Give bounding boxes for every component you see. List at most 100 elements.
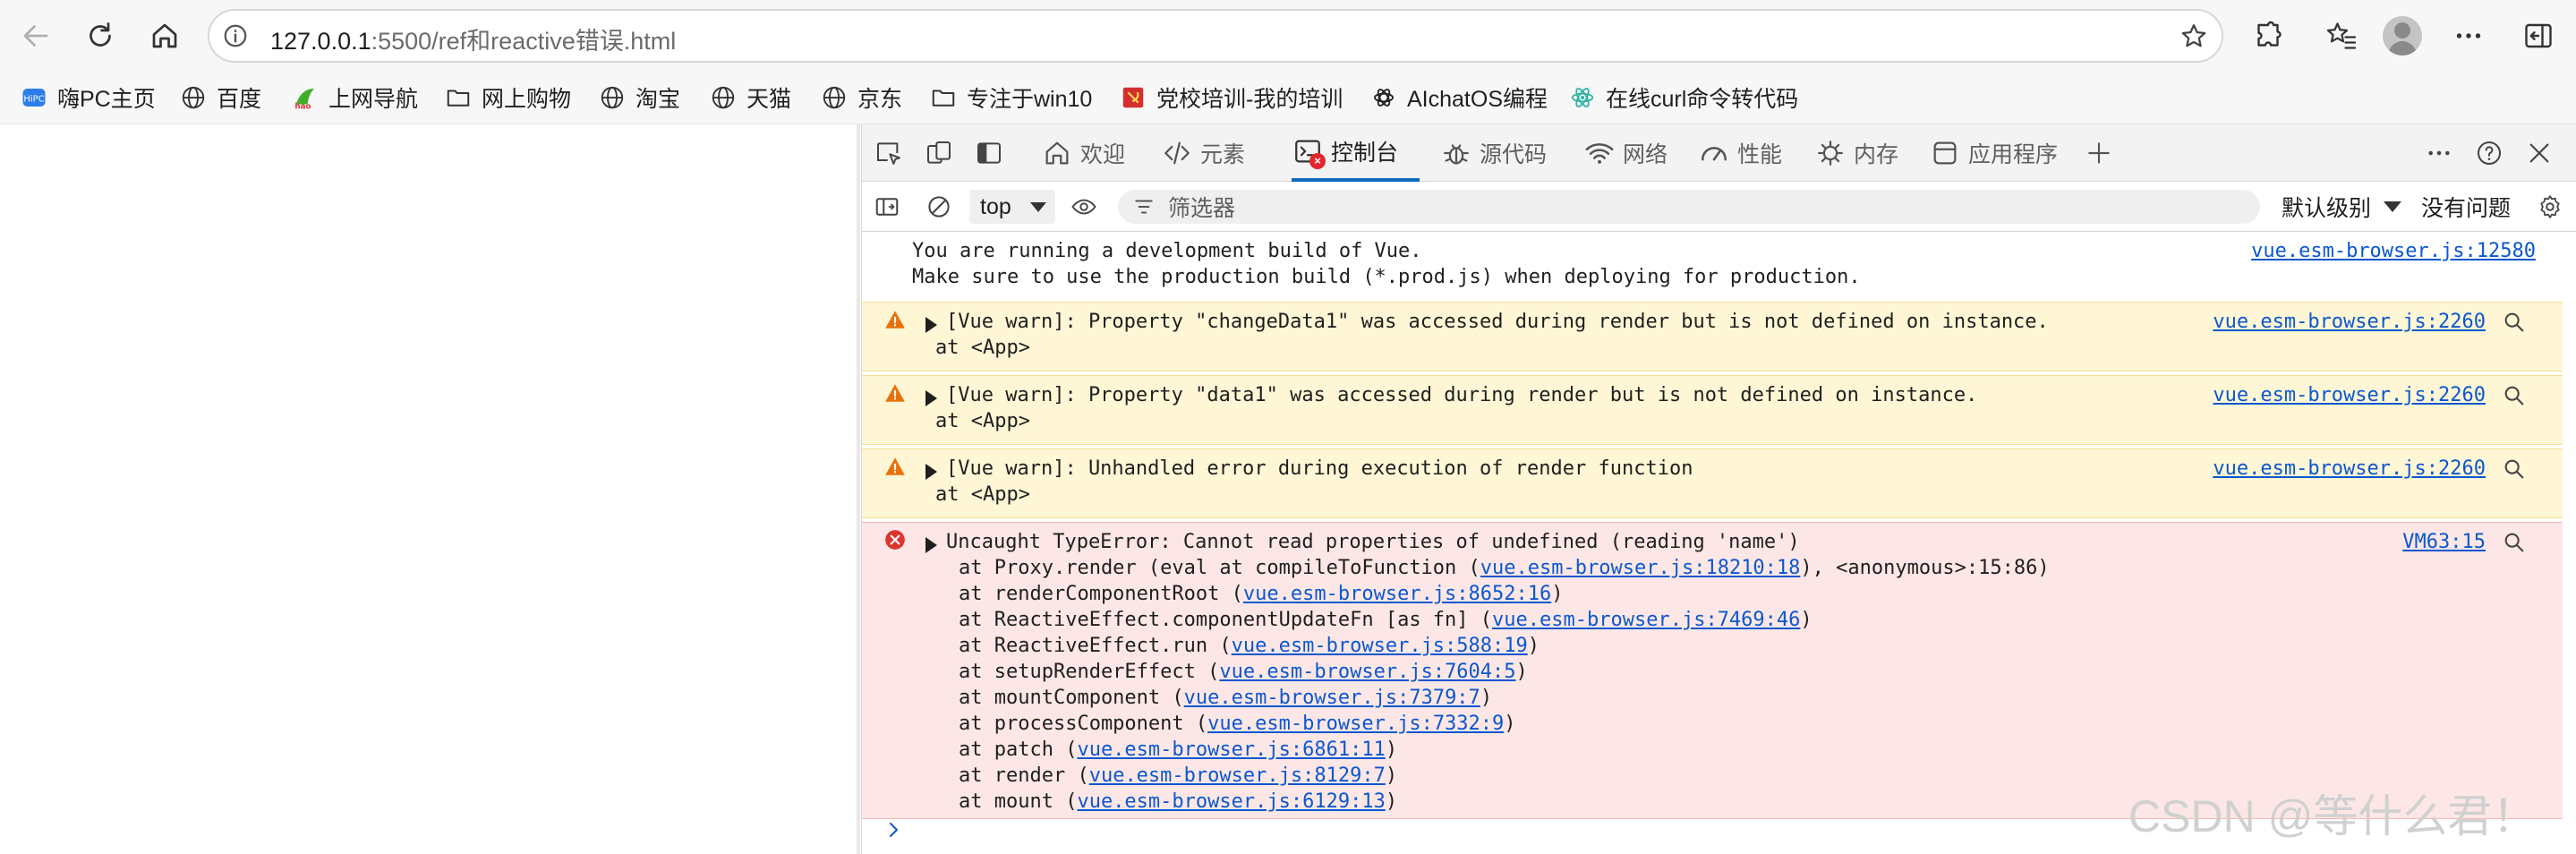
stack-frame-text: at ReactiveEffect.run ( (959, 635, 1232, 657)
extensions-button[interactable] (2247, 14, 2290, 57)
profile-avatar[interactable] (2383, 16, 2422, 56)
performance-icon (1698, 137, 1730, 169)
page-viewport (0, 124, 857, 854)
eye-icon (1071, 199, 1096, 215)
tab-performance[interactable]: 性能 (1698, 124, 1782, 182)
bookmark-baidu[interactable]: 百度 (179, 81, 261, 115)
bookmark-curl-converter[interactable]: 在线curl命令转代码 (1568, 81, 1798, 115)
folder-icon (929, 83, 958, 112)
favorites-button[interactable] (2320, 14, 2363, 57)
stack-frame-link[interactable]: vue.esm-browser.js:18210:18 (1480, 557, 1801, 579)
watermark: CSDN @等什么君！ (2128, 791, 2538, 841)
source-link[interactable]: vue.esm-browser.js:2260 (2213, 456, 2486, 482)
source-link[interactable]: vue.esm-browser.js:2260 (2213, 309, 2486, 335)
expand-triangle-icon[interactable] (925, 317, 937, 333)
close-devtools-button[interactable] (2521, 137, 2557, 169)
clear-console-button[interactable] (923, 191, 955, 223)
expand-triangle-icon[interactable] (925, 464, 937, 480)
bookmark-hao[interactable]: hao 上网导航 (291, 81, 418, 115)
openai-icon (1369, 83, 1398, 112)
inspect-icon (877, 142, 900, 165)
live-expression-button[interactable] (1068, 191, 1100, 223)
stack-frame-link[interactable]: vue.esm-browser.js:7604:5 (1219, 661, 1515, 683)
stack-frame-link[interactable]: vue.esm-browser.js:6861:11 (1077, 739, 1385, 761)
bookmark-label: 天猫 (746, 87, 792, 112)
bookmark-aichatos[interactable]: AIchatOS编程 (1369, 81, 1548, 115)
tab-application[interactable]: 应用程序 (1929, 124, 2058, 182)
console-prompt-chevron-icon[interactable] (883, 819, 905, 841)
search-icon[interactable] (2502, 530, 2527, 555)
tab-sources[interactable]: 源代码 (1440, 124, 1547, 182)
search-icon[interactable] (2502, 383, 2527, 408)
tab-elements[interactable]: 元素 (1161, 124, 1245, 182)
stack-frame-link[interactable]: vue.esm-browser.js:8129:7 (1089, 764, 1386, 787)
tab-network[interactable]: 网络 (1583, 124, 1668, 182)
favorite-star-icon[interactable] (2179, 21, 2209, 52)
stack-frame-text: ) (1800, 609, 1813, 631)
stack-frame-link[interactable]: vue.esm-browser.js:7469:46 (1492, 609, 1800, 631)
device-emulation-button[interactable] (921, 137, 957, 169)
expand-triangle-icon[interactable] (925, 390, 937, 406)
device-icon (927, 141, 951, 164)
reload-button[interactable] (77, 13, 124, 59)
bookmark-tmall[interactable]: 天猫 (709, 81, 791, 115)
tab-memory[interactable]: 内存 (1814, 124, 1898, 182)
hipc-logo-icon: HiPC (20, 83, 48, 112)
plus-icon (2088, 142, 2110, 164)
party-emblem-icon (1119, 83, 1147, 112)
bookmark-jd[interactable]: 京东 (820, 81, 902, 115)
stack-frame: at mount (vue.esm-browser.js:6129:13) (959, 789, 1397, 815)
search-icon[interactable] (2502, 457, 2527, 482)
issues-counter[interactable]: 没有问题 (2421, 190, 2511, 224)
more-menu-button[interactable] (2447, 14, 2490, 57)
source-link[interactable]: vue.esm-browser.js:2260 (2213, 382, 2486, 408)
address-bar[interactable]: 127.0.0.1:5500/ref和reactive错误.html (208, 9, 2223, 63)
bookmark-hipc[interactable]: HiPC 嗨PC主页 (20, 81, 156, 115)
inspect-element-button[interactable] (871, 137, 907, 169)
stack-frame-text: at ReactiveEffect.componentUpdateFn [as … (959, 609, 1493, 631)
tab-console[interactable]: × 控制台 (1292, 124, 1420, 182)
sidebar-icon (2525, 23, 2552, 48)
context-value: top (980, 193, 1011, 219)
stack-frame-link[interactable]: vue.esm-browser.js:6129:13 (1077, 790, 1385, 813)
back-button[interactable] (13, 13, 59, 59)
bookmark-label: 淘宝 (635, 87, 681, 112)
dock-side-button[interactable] (971, 137, 1007, 169)
stack-frame-link[interactable]: vue.esm-browser.js:7379:7 (1184, 687, 1480, 709)
bookmark-party-training[interactable]: 党校培训-我的培训 (1119, 81, 1343, 115)
stack-frame-link[interactable]: vue.esm-browser.js:588:19 (1232, 635, 1528, 657)
filter-input[interactable]: 筛选器 (1118, 190, 2260, 224)
bookmark-win10[interactable]: 专注于win10 (929, 81, 1092, 115)
sidebar-toggle-button[interactable] (2517, 14, 2560, 57)
console-settings-button[interactable] (2534, 191, 2566, 223)
devtools-more-button[interactable] (2421, 137, 2457, 169)
bookmark-taobao[interactable]: 淘宝 (598, 81, 680, 115)
stack-frame-text: at mount ( (959, 790, 1078, 813)
stack-frame-text: ) (1385, 739, 1398, 761)
search-icon[interactable] (2502, 310, 2527, 335)
info-icon[interactable] (222, 22, 249, 49)
help-button[interactable] (2471, 137, 2507, 169)
source-link[interactable]: VM63:15 (2402, 529, 2486, 555)
url-text[interactable]: 127.0.0.1:5500/ref和reactive错误.html (270, 21, 676, 56)
devtools-splitter[interactable] (857, 124, 860, 854)
stack-frame-link[interactable]: vue.esm-browser.js:8652:16 (1243, 583, 1551, 605)
bookmark-label: 百度 (217, 87, 262, 112)
message-location: at <App> (935, 410, 1030, 432)
log-levels-dropdown[interactable]: 默认级别 (2282, 190, 2402, 224)
source-link[interactable]: vue.esm-browser.js:12580 (2251, 238, 2536, 264)
stack-frame-link[interactable]: vue.esm-browser.js:7332:9 (1207, 713, 1504, 735)
home-button[interactable] (141, 13, 188, 59)
console-sidebar-toggle[interactable] (871, 191, 903, 223)
tab-welcome[interactable]: 欢迎 (1041, 124, 1125, 182)
stack-frame-text: ) (1385, 764, 1398, 787)
context-selector[interactable]: top (969, 190, 1055, 224)
tab-label: 控制台 (1331, 141, 1399, 166)
code-icon (1161, 137, 1193, 169)
stack-frame: at render (vue.esm-browser.js:8129:7) (959, 763, 1397, 789)
stack-frame-text: at mountComponent ( (959, 687, 1184, 709)
add-tool-button[interactable] (2081, 137, 2117, 169)
bookmark-shopping[interactable]: 网上购物 (444, 81, 571, 115)
expand-triangle-icon[interactable] (925, 537, 937, 553)
message-location: at <App> (935, 483, 1030, 506)
